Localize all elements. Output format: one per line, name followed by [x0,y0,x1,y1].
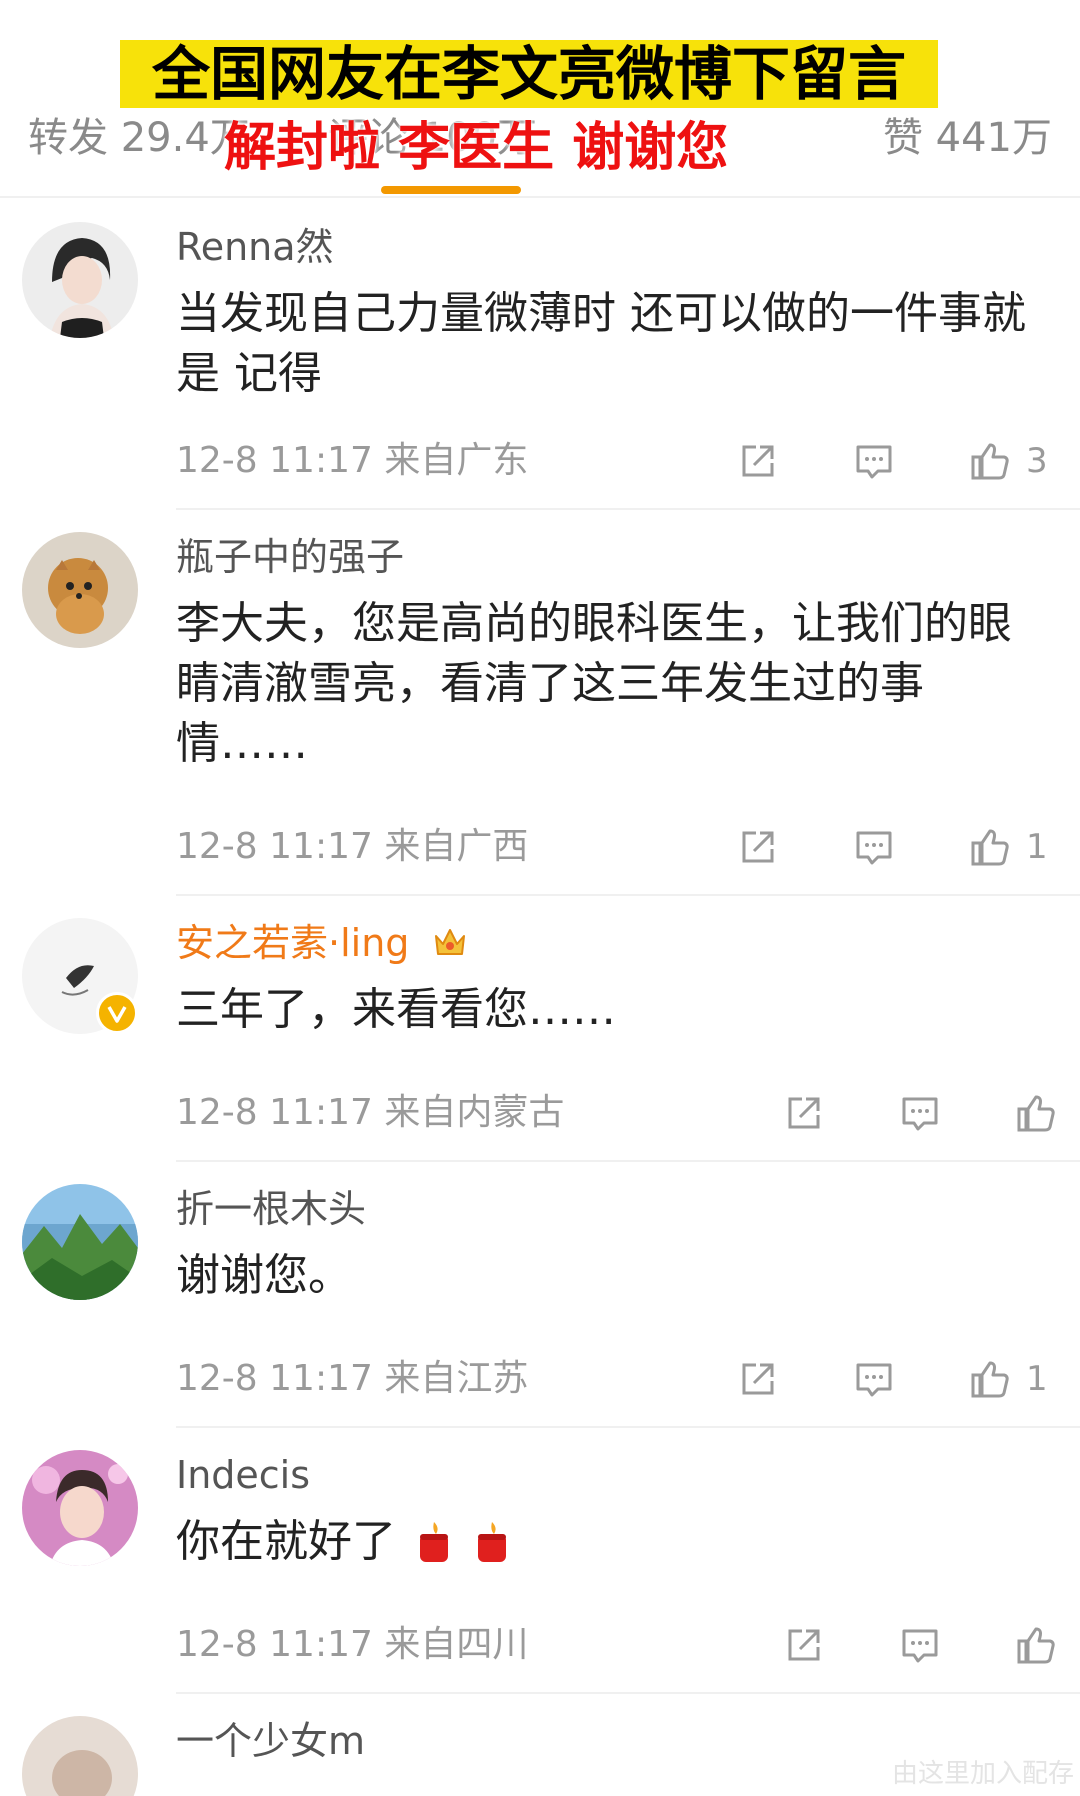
comment-item[interactable]: 瓶子中的强子 李大夫，您是高尚的眼科医生，让我们的眼睛清澈雪亮，看清了这三年发生… [0,510,1080,896]
username[interactable]: 一个少女m [176,1716,365,1766]
comment-text: 李大夫，您是高尚的眼科医生，让我们的眼睛清澈雪亮，看清了这三年发生过的事情…… [176,598,1012,769]
comment-icon [902,1097,938,1131]
like-tab[interactable]: 赞 441万 [883,108,1052,168]
repost-tab[interactable]: 转发 29.4万 [28,108,250,168]
share-button[interactable] [736,1354,780,1404]
thumbs-up-icon [971,1361,1009,1398]
comment-actions: 1 [736,1354,1058,1404]
comment-text: 谢谢您。 [176,1250,352,1301]
comment-icon [856,1363,892,1397]
like-count: 1 [1026,1359,1048,1399]
reply-button[interactable] [852,436,896,486]
share-icon [742,1363,774,1395]
reply-button[interactable] [898,1620,942,1670]
comment-meta: 12-8 11:17 来自广西 [176,822,528,872]
comment-actions: 1 [736,822,1058,872]
comment-location: 来自内蒙古 [384,1092,565,1133]
verified-badge-icon [96,992,138,1034]
comment-time: 12-8 11:17 [176,1092,373,1133]
comment-meta: 12-8 11:17 来自四川 [176,1620,528,1670]
avatar[interactable] [22,532,138,648]
username[interactable]: 折一根木头 [176,1184,366,1234]
comment-item[interactable]: 折一根木头 谢谢您。 12-8 11:17 来自江苏 1 [0,1162,1080,1428]
comment-location: 来自广西 [384,826,529,867]
username[interactable]: Indecis [176,1450,310,1500]
comment-meta: 12-8 11:17 来自内蒙古 [176,1088,564,1138]
share-button[interactable] [782,1620,826,1670]
share-icon [742,445,774,477]
comment-icon [856,445,892,479]
avatar[interactable] [22,1450,138,1566]
video-caption-top: 全国网友在李文亮微博下留言 [120,40,938,108]
share-button[interactable] [736,822,780,872]
thumbs-up-icon [1017,1627,1055,1664]
thumbs-up-icon [971,443,1009,480]
like-count: 1 [1026,827,1048,867]
share-button[interactable] [736,436,780,486]
post-header: 转发 29.4万 评论 100万 赞 441万 全国网友在李文亮微博下留言 解封… [0,0,1080,198]
comment-location: 来自广东 [384,440,529,481]
comment-location: 来自江苏 [384,1358,529,1399]
avatar[interactable] [22,1184,138,1300]
username[interactable]: 安之若素·ling [176,918,470,968]
comment-time: 12-8 11:17 [176,1624,373,1665]
candle-emoji-icon [478,1522,506,1562]
comment-text: 三年了，来看看您…… [176,984,616,1035]
active-tab-indicator [381,186,521,194]
watermark: 由这里加入配存 [891,1759,1074,1789]
avatar[interactable] [22,1716,138,1796]
reply-button[interactable] [852,1354,896,1404]
comment-actions: 3 [736,436,1058,486]
like-button[interactable] [1014,1620,1058,1670]
username-text: 安之若素·ling [176,921,410,965]
comment-item[interactable]: Indecis 你在就好了 12-8 11:17 来自四川 [0,1428,1080,1694]
reply-button[interactable] [852,822,896,872]
like-button[interactable]: 3 [968,436,1048,486]
comment-actions [782,1620,1058,1670]
comment-icon [856,831,892,865]
video-caption-bottom: 解封啦 李医生 谢谢您 [224,118,729,178]
share-button[interactable] [782,1088,826,1138]
thumbs-up-icon [971,829,1009,866]
comment-meta: 12-8 11:17 来自广东 [176,436,528,486]
thumbs-up-icon [1017,1095,1055,1132]
member-crown-icon [434,929,465,955]
comment-item[interactable]: 安之若素·ling 三年了，来看看您…… 12-8 11:17 来自内蒙古 [0,896,1080,1162]
comment-actions [782,1088,1058,1138]
comment-text: 当发现自己力量微薄时 还可以做的一件事就是 记得 [176,288,1026,399]
weibo-comments-page: 转发 29.4万 评论 100万 赞 441万 全国网友在李文亮微博下留言 解封… [0,0,1080,1796]
comment-text-content: 你在就好了 [176,1516,396,1567]
like-button[interactable]: 1 [968,822,1048,872]
comment-time: 12-8 11:17 [176,1358,373,1399]
reply-button[interactable] [898,1088,942,1138]
comment-list: Renna然 当发现自己力量微薄时 还可以做的一件事就是 记得 12-8 11:… [0,200,1080,1796]
like-button[interactable]: 1 [968,1354,1048,1404]
candle-emoji-icon [420,1522,448,1562]
comment-text: 你在就好了 [176,1512,1036,1572]
comment-location: 来自四川 [384,1624,529,1665]
like-button[interactable] [1014,1088,1058,1138]
username[interactable]: Renna然 [176,222,334,272]
username[interactable]: 瓶子中的强子 [176,532,404,582]
comment-time: 12-8 11:17 [176,440,373,481]
comment-time: 12-8 11:17 [176,826,373,867]
like-count: 3 [1026,441,1048,481]
comment-icon [902,1629,938,1663]
avatar[interactable] [22,222,138,338]
share-icon [788,1097,820,1129]
share-icon [788,1629,820,1661]
comment-meta: 12-8 11:17 来自江苏 [176,1354,528,1404]
comment-item[interactable]: Renna然 当发现自己力量微薄时 还可以做的一件事就是 记得 12-8 11:… [0,200,1080,510]
share-icon [742,831,774,863]
